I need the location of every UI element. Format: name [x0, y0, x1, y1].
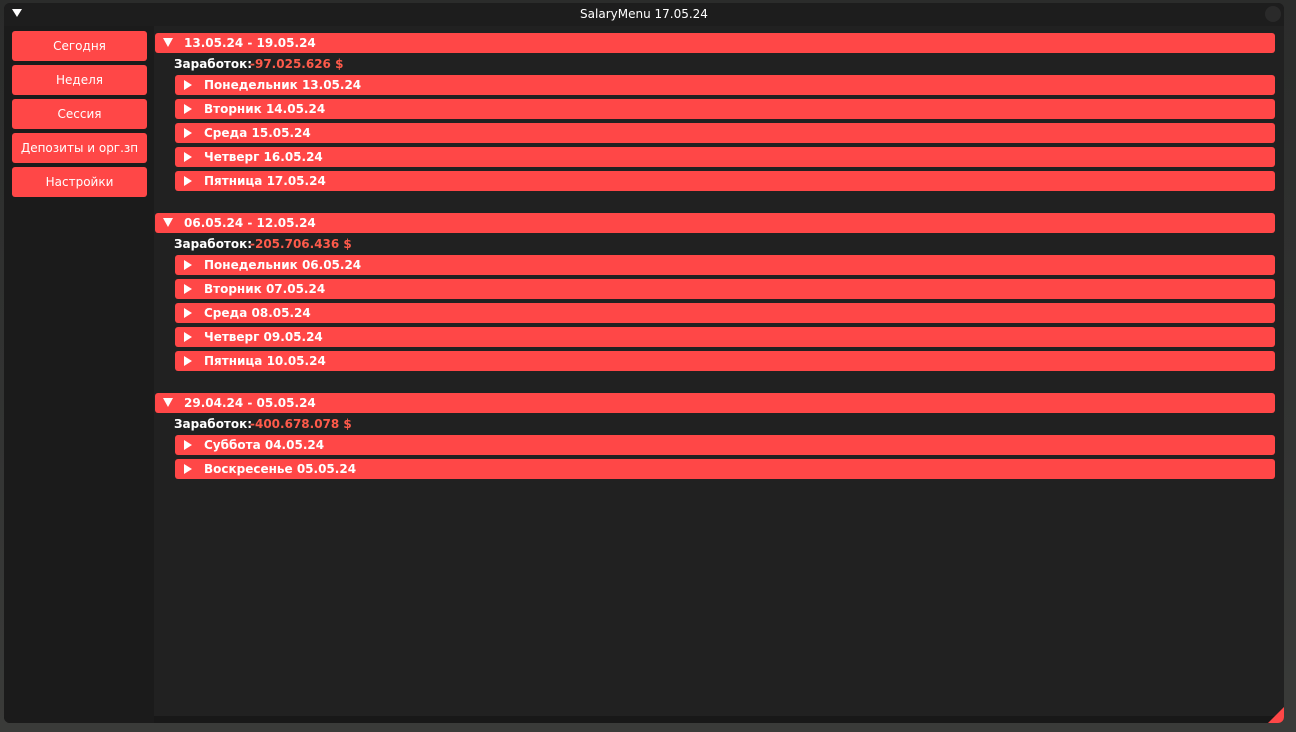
triangle-down-icon — [163, 218, 173, 227]
triangle-right-icon — [184, 260, 192, 270]
day-row[interactable]: Вторник 14.05.24 — [175, 99, 1275, 119]
triangle-right-icon — [184, 464, 192, 474]
triangle-right-icon — [184, 104, 192, 114]
day-row[interactable]: Вторник 07.05.24 — [175, 279, 1275, 299]
sidebar: Сегодня Неделя Сессия Депозиты и орг.зп … — [4, 26, 154, 723]
sidebar-item-today[interactable]: Сегодня — [12, 31, 147, 61]
week-header[interactable]: 06.05.24 - 12.05.24 — [155, 213, 1275, 233]
sidebar-item-session[interactable]: Сессия — [12, 99, 147, 129]
day-label: Вторник 14.05.24 — [204, 102, 326, 116]
day-label: Суббота 04.05.24 — [204, 438, 325, 452]
day-row[interactable]: Среда 08.05.24 — [175, 303, 1275, 323]
sidebar-item-deposits[interactable]: Депозиты и орг.зп — [12, 133, 147, 163]
day-row[interactable]: Понедельник 13.05.24 — [175, 75, 1275, 95]
triangle-down-icon — [163, 398, 173, 407]
day-label: Понедельник 13.05.24 — [204, 78, 362, 92]
earnings-value: -97.025.626 $ — [250, 57, 344, 71]
triangle-right-icon — [184, 128, 192, 138]
week-label: 13.05.24 - 19.05.24 — [184, 36, 316, 50]
day-row[interactable]: Четверг 16.05.24 — [175, 147, 1275, 167]
day-label: Среда 08.05.24 — [204, 306, 311, 320]
triangle-right-icon — [184, 176, 192, 186]
day-label: Воскресенье 05.05.24 — [204, 462, 357, 476]
day-row[interactable]: Среда 15.05.24 — [175, 123, 1275, 143]
triangle-down-icon — [163, 38, 173, 47]
triangle-right-icon — [184, 80, 192, 90]
triangle-right-icon — [184, 152, 192, 162]
resize-grip[interactable] — [1268, 707, 1284, 723]
sidebar-item-settings[interactable]: Настройки — [12, 167, 147, 197]
day-label: Пятница 17.05.24 — [204, 174, 326, 188]
title-bar[interactable]: SalaryMenu 17.05.24 — [4, 3, 1284, 26]
day-label: Пятница 10.05.24 — [204, 354, 326, 368]
day-row[interactable]: Суббота 04.05.24 — [175, 435, 1275, 455]
earnings-value: -205.706.436 $ — [250, 237, 352, 251]
main-content: 13.05.24 - 19.05.24 Заработок: -97.025.6… — [154, 26, 1284, 716]
sidebar-item-week[interactable]: Неделя — [12, 65, 147, 95]
week-header[interactable]: 29.04.24 - 05.05.24 — [155, 393, 1275, 413]
day-row[interactable]: Пятница 17.05.24 — [175, 171, 1275, 191]
week-label: 29.04.24 - 05.05.24 — [184, 396, 316, 410]
week-label: 06.05.24 - 12.05.24 — [184, 216, 316, 230]
day-row[interactable]: Воскресенье 05.05.24 — [175, 459, 1275, 479]
window-title: SalaryMenu 17.05.24 — [580, 7, 708, 21]
day-row[interactable]: Пятница 10.05.24 — [175, 351, 1275, 371]
day-label: Вторник 07.05.24 — [204, 282, 326, 296]
day-label: Четверг 09.05.24 — [204, 330, 323, 344]
close-button[interactable] — [1265, 6, 1281, 22]
triangle-right-icon — [184, 332, 192, 342]
salary-menu-window: SalaryMenu 17.05.24 Сегодня Неделя Сесси… — [4, 3, 1284, 723]
day-label: Среда 15.05.24 — [204, 126, 311, 140]
triangle-right-icon — [184, 308, 192, 318]
week-header[interactable]: 13.05.24 - 19.05.24 — [155, 33, 1275, 53]
triangle-right-icon — [184, 440, 192, 450]
day-row[interactable]: Четверг 09.05.24 — [175, 327, 1275, 347]
triangle-right-icon — [184, 284, 192, 294]
earnings-label: Заработок: — [174, 417, 253, 431]
day-row[interactable]: Понедельник 06.05.24 — [175, 255, 1275, 275]
triangle-right-icon — [184, 356, 192, 366]
earnings-value: -400.678.078 $ — [250, 417, 352, 431]
day-label: Четверг 16.05.24 — [204, 150, 323, 164]
earnings-label: Заработок: — [174, 57, 253, 71]
earnings-label: Заработок: — [174, 237, 253, 251]
day-label: Понедельник 06.05.24 — [204, 258, 362, 272]
